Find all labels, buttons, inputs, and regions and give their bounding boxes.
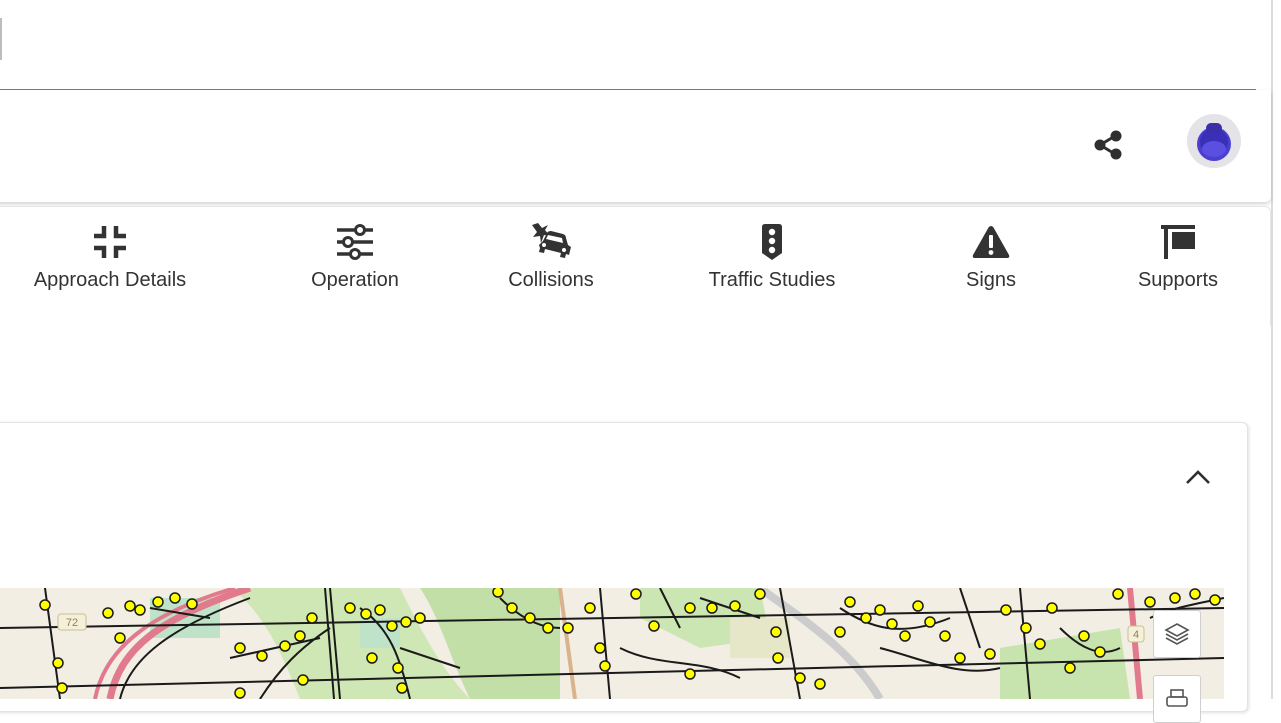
layers-icon [1164,623,1190,645]
tab-label: Signs [965,269,1017,291]
share-button[interactable] [1088,125,1128,165]
search-bar-area[interactable] [0,0,1256,90]
avatar[interactable] [1187,114,1241,168]
tab-operation[interactable]: Operation [295,222,415,302]
map-canvas: 72 4 [0,588,1224,699]
compress-icon [88,222,132,262]
header-toolbar [0,90,1271,202]
traffic-light-icon [750,222,794,262]
tab-label: Operation [311,269,399,291]
tab-label: Collisions [508,269,594,291]
map-view[interactable]: 72 4 [0,588,1224,699]
route-shield-label: 4 [1133,629,1139,641]
sliders-icon [333,222,377,262]
collapse-panel-button[interactable] [1181,460,1215,494]
tab-label: Supports [1137,269,1219,291]
car-crash-icon [529,222,573,262]
search-input-edge[interactable] [0,18,2,60]
map-layers-button[interactable] [1153,610,1201,658]
warning-sign-icon [969,222,1013,262]
print-icon [1166,689,1188,707]
tab-label: Approach Details [33,269,187,291]
sign-post-icon [1156,222,1200,262]
map-print-button[interactable] [1153,675,1201,723]
tab-collisions[interactable]: Collisions [497,222,605,302]
tab-supports[interactable]: Supports [1128,222,1228,302]
user-avatar-icon [1197,123,1231,161]
tab-traffic-studies[interactable]: Traffic Studies [700,222,844,302]
tab-label: Traffic Studies [708,269,836,291]
tab-approach-details[interactable]: Approach Details [22,222,198,302]
route-shield-label: 72 [66,617,78,629]
share-icon [1094,130,1122,160]
chevron-up-icon [1186,470,1210,484]
tab-signs[interactable]: Signs [955,222,1027,302]
page-scrollbar[interactable] [1271,0,1273,699]
